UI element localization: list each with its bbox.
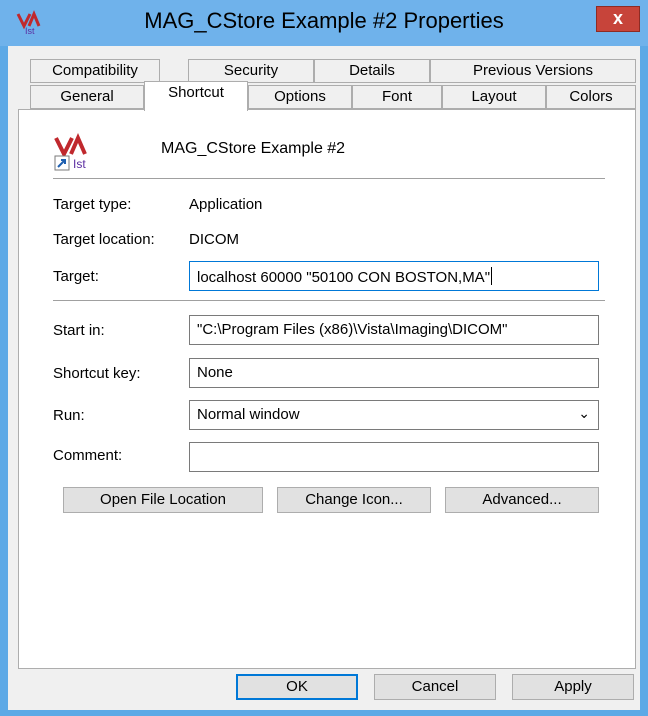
tab-security[interactable]: Security (188, 59, 314, 83)
tab-layout[interactable]: Layout (442, 85, 546, 109)
shortcut-key-label: Shortcut key: (53, 365, 141, 382)
title-bar[interactable]: Ist MAG_CStore Example #2 Properties x (0, 0, 648, 46)
separator (53, 300, 605, 301)
shortcut-app-icon: Ist (54, 133, 87, 171)
close-button[interactable]: x (596, 6, 640, 32)
shortcut-arrow-icon (54, 155, 70, 171)
svg-text:Ist: Ist (73, 157, 86, 171)
shortcut-name: MAG_CStore Example #2 (161, 140, 346, 157)
target-type-value: Application (189, 196, 263, 213)
target-label: Target: (53, 268, 99, 285)
close-icon: x (612, 8, 623, 28)
comment-label: Comment: (53, 447, 123, 464)
run-label: Run: (53, 407, 85, 424)
properties-window: Ist MAG_CStore Example #2 Properties x C… (0, 0, 648, 716)
tab-shortcut[interactable]: Shortcut (144, 81, 248, 111)
shortcut-key-input[interactable]: None (189, 358, 599, 388)
dialog-client: Compatibility Security Details Previous … (8, 46, 640, 710)
target-type-label: Target type: (53, 196, 132, 213)
start-in-input[interactable]: "C:\Program Files (x86)\Vista\Imaging\DI… (189, 315, 599, 345)
tab-details[interactable]: Details (314, 59, 430, 83)
target-input[interactable]: localhost 60000 "50100 CON BOSTON,MA" (189, 261, 599, 291)
shortcut-panel: Ist MAG_CStore Example #2 Target type: A… (18, 109, 636, 669)
comment-input[interactable] (189, 442, 599, 472)
target-location-value: DICOM (189, 231, 239, 248)
tab-general[interactable]: General (30, 85, 144, 109)
open-file-location-button[interactable]: Open File Location (63, 487, 263, 513)
cancel-button[interactable]: Cancel (374, 674, 496, 700)
tab-compatibility[interactable]: Compatibility (30, 59, 160, 83)
tab-colors[interactable]: Colors (546, 85, 636, 109)
tab-options[interactable]: Options (248, 85, 352, 109)
start-in-label: Start in: (53, 322, 105, 339)
separator (53, 178, 605, 179)
tab-font[interactable]: Font (352, 85, 442, 109)
advanced-button[interactable]: Advanced... (445, 487, 599, 513)
run-select[interactable]: Normal window ⌄ (189, 400, 599, 430)
apply-button[interactable]: Apply (512, 674, 634, 700)
ok-button[interactable]: OK (236, 674, 358, 700)
change-icon-button[interactable]: Change Icon... (277, 487, 431, 513)
chevron-down-icon: ⌄ (578, 405, 590, 421)
text-caret (491, 267, 493, 285)
target-location-label: Target location: (53, 231, 155, 248)
window-title: MAG_CStore Example #2 Properties (144, 8, 504, 33)
tab-previous-versions[interactable]: Previous Versions (430, 59, 636, 83)
